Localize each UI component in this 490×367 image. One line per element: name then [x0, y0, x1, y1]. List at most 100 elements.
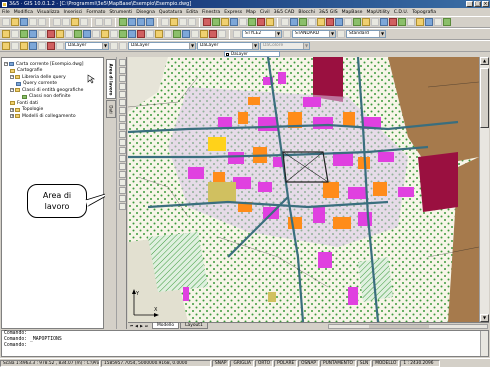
- maximize-button[interactable]: □: [474, 1, 481, 7]
- chevron-down-icon[interactable]: ▼: [189, 43, 195, 49]
- match-properties-icon[interactable]: [80, 18, 88, 26]
- layer-tool-3-icon[interactable]: [20, 30, 28, 38]
- close-button[interactable]: ×: [482, 1, 489, 7]
- menu-mapbase[interactable]: MapBase: [342, 10, 363, 15]
- tool-palette-icon[interactable]: [179, 18, 187, 26]
- layer-tool-18-icon[interactable]: [155, 30, 163, 38]
- menu-file[interactable]: File: [2, 10, 10, 15]
- chevron-down-icon[interactable]: ▼: [102, 43, 108, 49]
- print-icon[interactable]: [29, 18, 37, 26]
- menu-civil[interactable]: Civil: [260, 10, 270, 15]
- hscroll-thumb[interactable]: [369, 325, 429, 328]
- menu-inserisci[interactable]: Inserisci: [64, 10, 83, 15]
- horizontal-scrollbar[interactable]: [328, 324, 488, 329]
- scroll-up-icon[interactable]: ▲: [480, 57, 489, 65]
- layer-tool-11-icon[interactable]: [92, 30, 100, 38]
- ellipse-icon[interactable]: [118, 131, 126, 138]
- layer-tool-16-icon[interactable]: [137, 30, 145, 38]
- gis-tool-25-icon[interactable]: [425, 18, 433, 26]
- gis-tool-4-icon[interactable]: [230, 18, 238, 26]
- snap-toggle[interactable]: SNAP: [212, 359, 230, 367]
- layer-tool-2-icon[interactable]: [11, 30, 19, 38]
- collapse-icon[interactable]: −: [10, 75, 14, 80]
- gis-tool-8-icon[interactable]: [266, 18, 274, 26]
- menu-visualizza[interactable]: Visualizza: [37, 10, 60, 15]
- gis-tool-26-icon[interactable]: [434, 18, 442, 26]
- drawing-canvas[interactable]: Y X: [128, 57, 479, 322]
- layer-tool-10-icon[interactable]: [83, 30, 91, 38]
- layer-tool-1-icon[interactable]: [2, 30, 10, 38]
- zoom-previous-icon[interactable]: [146, 18, 154, 26]
- lwt-toggle[interactable]: SLN: [356, 359, 372, 367]
- layer-tool-4-icon[interactable]: [29, 30, 37, 38]
- open-folder-icon[interactable]: [11, 18, 19, 26]
- menu-cdu[interactable]: C.D.U.: [394, 10, 409, 15]
- pan-icon[interactable]: [119, 18, 127, 26]
- chevron-down-icon[interactable]: ▼: [379, 31, 385, 37]
- dim-style-select[interactable]: STANDARD ▼: [292, 30, 336, 38]
- layer-manager-icon[interactable]: [2, 42, 10, 50]
- polar-toggle[interactable]: POLARE: [274, 359, 298, 367]
- layer-tool-5-icon[interactable]: [38, 30, 46, 38]
- tab-workspace[interactable]: Area di lavoro: [106, 59, 116, 99]
- layer-tool-20-icon[interactable]: [173, 30, 181, 38]
- gis-tool-20-icon[interactable]: [380, 18, 388, 26]
- layer-tool-9-icon[interactable]: [74, 30, 82, 38]
- menu-gis[interactable]: 3&5 GIS: [319, 10, 338, 15]
- chevron-down-icon[interactable]: ▼: [329, 31, 335, 37]
- menu-strumenti[interactable]: Strumenti: [109, 10, 132, 15]
- tree-node-link-templates[interactable]: + Modelli di collegamento: [4, 113, 103, 120]
- ortho-toggle[interactable]: ORTO: [255, 359, 274, 367]
- layer-tool-24-icon[interactable]: [209, 30, 217, 38]
- cut-icon[interactable]: [53, 18, 61, 26]
- gis-tool-10-icon[interactable]: [290, 18, 298, 26]
- design-center-icon[interactable]: [170, 18, 178, 26]
- expand-icon[interactable]: +: [10, 107, 14, 112]
- osnap-toggle[interactable]: OSNAP: [298, 359, 320, 367]
- copy-icon[interactable]: [62, 18, 70, 26]
- gis-tool-15-icon[interactable]: [335, 18, 343, 26]
- polyline-icon[interactable]: [118, 75, 126, 82]
- insert-block-icon[interactable]: [118, 147, 126, 154]
- menu-formato[interactable]: Formato: [86, 10, 105, 15]
- layer-tool-6-icon[interactable]: [47, 30, 55, 38]
- command-scrollbar[interactable]: [480, 331, 488, 356]
- menu-maputility[interactable]: MapUtility: [367, 10, 390, 15]
- menu-edita[interactable]: Edita: [186, 10, 198, 15]
- make-current-icon[interactable]: [110, 42, 118, 50]
- gradient-icon[interactable]: [118, 179, 126, 186]
- layer-tool-14-icon[interactable]: [119, 30, 127, 38]
- menu-cad[interactable]: 3&5 CAD: [274, 10, 295, 15]
- map-drawing[interactable]: Y X: [128, 57, 479, 322]
- gis-tool-6-icon[interactable]: [248, 18, 256, 26]
- spline-icon[interactable]: [118, 123, 126, 130]
- revcloud-icon[interactable]: [118, 115, 126, 122]
- gis-tool-11-icon[interactable]: [299, 18, 307, 26]
- construction-line-icon[interactable]: [118, 67, 126, 74]
- scroll-thumb[interactable]: [480, 68, 489, 128]
- line-tool-icon[interactable]: [118, 59, 126, 66]
- gis-tool-14-icon[interactable]: [326, 18, 334, 26]
- ellipse-arc-icon[interactable]: [118, 139, 126, 146]
- text-style-select[interactable]: STYLE2 ▼: [242, 30, 282, 38]
- menu-disegna[interactable]: Disegna: [136, 10, 155, 15]
- grid-toggle[interactable]: GRIGLIA: [230, 359, 254, 367]
- lock-icon[interactable]: [38, 42, 46, 50]
- collapse-icon[interactable]: −: [10, 88, 14, 93]
- expand-icon[interactable]: +: [10, 114, 14, 119]
- circle-icon[interactable]: [118, 107, 126, 114]
- layer-color-icon[interactable]: [47, 42, 55, 50]
- layer-select[interactable]: DaLayer ▼: [65, 42, 109, 50]
- scroll-down-icon[interactable]: ▼: [480, 314, 489, 322]
- gis-tool-2-icon[interactable]: [212, 18, 220, 26]
- tab-model[interactable]: Modello: [152, 323, 180, 329]
- menu-modifica[interactable]: Modifica: [14, 10, 33, 15]
- minimize-button[interactable]: _: [466, 1, 473, 7]
- make-block-icon[interactable]: [118, 155, 126, 162]
- zoom-window-icon[interactable]: [137, 18, 145, 26]
- command-prompt[interactable]: Comando:: [4, 343, 488, 349]
- rectangle-icon[interactable]: [118, 91, 126, 98]
- layer-tool-15-icon[interactable]: [128, 30, 136, 38]
- gis-tool-13-icon[interactable]: [317, 18, 325, 26]
- gis-tool-17-icon[interactable]: [353, 18, 361, 26]
